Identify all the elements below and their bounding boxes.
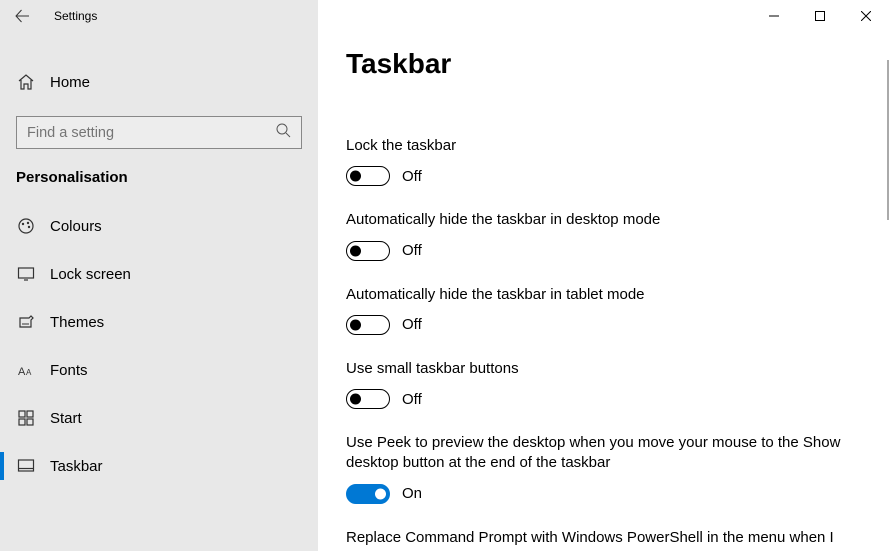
back-button[interactable] [0, 0, 44, 32]
taskbar-icon [16, 457, 36, 475]
search-input[interactable] [27, 125, 275, 141]
setting-label: Replace Command Prompt with Windows Powe… [346, 528, 857, 551]
minimize-button[interactable] [751, 0, 797, 32]
toggle-lock-taskbar[interactable] [346, 166, 390, 186]
toggle-row: On [346, 484, 857, 504]
nav-home-label: Home [50, 74, 90, 91]
lock-screen-icon [16, 265, 36, 283]
setting-autohide-desktop: Automatically hide the taskbar in deskto… [346, 210, 857, 260]
setting-label: Use small taskbar buttons [346, 359, 857, 379]
toggle-autohide-tablet[interactable] [346, 315, 390, 335]
setting-autohide-tablet: Automatically hide the taskbar in tablet… [346, 285, 857, 335]
start-icon [16, 409, 36, 427]
close-icon [861, 11, 871, 21]
setting-label: Automatically hide the taskbar in deskto… [346, 210, 857, 230]
nav-item-fonts[interactable]: AA Fonts [0, 346, 318, 394]
setting-peek-preview: Use Peek to preview the desktop when you… [346, 433, 857, 504]
setting-powershell: Replace Command Prompt with Windows Powe… [346, 528, 857, 551]
nav-item-label: Lock screen [50, 266, 131, 283]
setting-label: Use Peek to preview the desktop when you… [346, 433, 857, 474]
nav-item-label: Themes [50, 314, 104, 331]
toggle-row: Off [346, 166, 857, 186]
themes-icon [16, 313, 36, 331]
colours-icon [16, 217, 36, 235]
arrow-left-icon [14, 8, 30, 24]
toggle-knob [375, 488, 386, 499]
toggle-row: Off [346, 315, 857, 335]
toggle-state-label: Off [402, 242, 422, 259]
maximize-button[interactable] [797, 0, 843, 32]
svg-text:A: A [18, 366, 26, 378]
nav-home[interactable]: Home [0, 60, 318, 104]
toggle-small-buttons[interactable] [346, 389, 390, 409]
toggle-row: Off [346, 241, 857, 261]
nav-item-themes[interactable]: Themes [0, 298, 318, 346]
page-title: Taskbar [346, 48, 857, 80]
nav-item-label: Start [50, 410, 82, 427]
nav-item-label: Fonts [50, 362, 88, 379]
nav-item-colours[interactable]: Colours [0, 202, 318, 250]
maximize-icon [815, 11, 825, 21]
search-icon [275, 122, 291, 143]
setting-label: Automatically hide the taskbar in tablet… [346, 285, 857, 305]
app-title: Settings [54, 9, 97, 23]
toggle-row: Off [346, 389, 857, 409]
toggle-knob [350, 319, 361, 330]
toggle-autohide-desktop[interactable] [346, 241, 390, 261]
setting-label: Lock the taskbar [346, 136, 857, 156]
search-box[interactable] [16, 116, 302, 149]
nav-list: Colours Lock screen Themes AA Fonts Start Task… [0, 202, 318, 490]
toggle-state-label: Off [402, 391, 422, 408]
window-controls [751, 0, 889, 32]
nav-item-label: Taskbar [50, 458, 103, 475]
setting-small-buttons: Use small taskbar buttons Off [346, 359, 857, 409]
nav-item-label: Colours [50, 218, 102, 235]
titlebar: Settings [0, 0, 318, 32]
toggle-state-label: Off [402, 168, 422, 185]
setting-lock-taskbar: Lock the taskbar Off [346, 136, 857, 186]
sidebar: Settings Home Personalisation Colours Loc… [0, 0, 318, 551]
minimize-icon [769, 11, 779, 21]
toggle-knob [350, 394, 361, 405]
nav-item-taskbar[interactable]: Taskbar [0, 442, 318, 490]
toggle-knob [350, 245, 361, 256]
svg-text:A: A [26, 368, 32, 377]
fonts-icon: AA [16, 361, 36, 379]
toggle-state-label: On [402, 485, 422, 502]
toggle-knob [350, 171, 361, 182]
close-button[interactable] [843, 0, 889, 32]
toggle-peek-preview[interactable] [346, 484, 390, 504]
main-content: Taskbar Lock the taskbar Off Automatically… [318, 0, 889, 551]
nav-item-start[interactable]: Start [0, 394, 318, 442]
nav-item-lock-screen[interactable]: Lock screen [0, 250, 318, 298]
category-title: Personalisation [0, 149, 318, 194]
settings-list: Lock the taskbar Off Automatically hide th… [346, 136, 857, 551]
toggle-state-label: Off [402, 316, 422, 333]
home-icon [16, 73, 36, 91]
